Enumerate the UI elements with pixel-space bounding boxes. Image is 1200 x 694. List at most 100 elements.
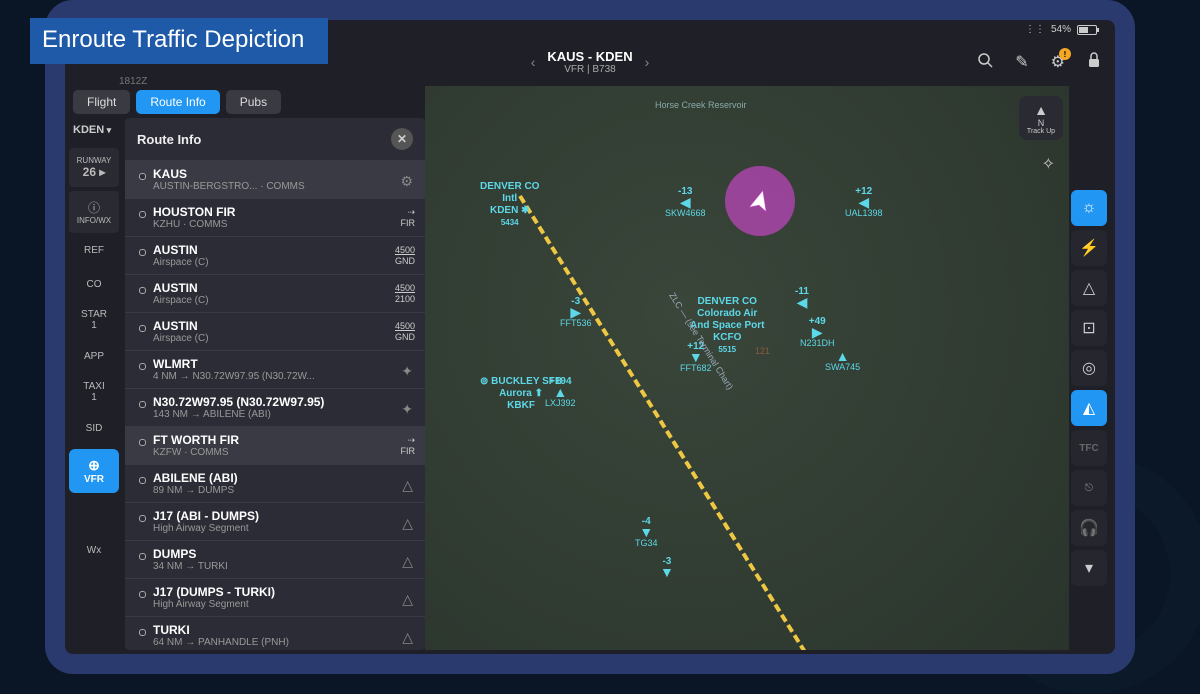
nav-vfr[interactable]: VFR (69, 449, 119, 493)
map-label-reservoir: Horse Creek Reservoir (655, 100, 747, 110)
nav-info-wx[interactable]: ⓘ INFO/WX (69, 191, 119, 233)
route-item-subtitle: 64 NM → PANHANDLE (PNH) (153, 637, 415, 648)
traffic-target[interactable]: +12◀UAL1398 (845, 186, 883, 218)
route-item-title: TURKI (153, 623, 415, 637)
route-item-altitude: 45002100 (395, 283, 415, 305)
rail-bolt-icon[interactable]: ⚡ (1071, 230, 1107, 266)
route-item-altitude: 4500GND (395, 321, 415, 343)
rail-warning-icon[interactable]: △ (1071, 270, 1107, 306)
route-item-title: KAUS (153, 167, 415, 181)
route-item-icon: △ (402, 477, 413, 494)
route-item-title: HOUSTON FIR (153, 205, 415, 219)
prev-route-button[interactable]: ‹ (531, 54, 536, 70)
nav-co[interactable]: CO (69, 267, 119, 301)
rail-target-icon[interactable]: ◎ (1071, 350, 1107, 386)
route-subtitle: VFR | B738 (547, 64, 632, 75)
close-panel-button[interactable]: ✕ (391, 128, 413, 150)
route-item-icon: △ (402, 629, 413, 646)
tab-route-info[interactable]: Route Info (136, 90, 219, 114)
right-rail: ☼ ⚡ △ ⊡ ◎ ◭ TFC ⎋ 🎧 ▾ (1071, 190, 1111, 586)
rail-terrain-icon[interactable]: ◭ (1071, 390, 1107, 426)
route-item-subtitle: Airspace (C) (153, 295, 415, 306)
route-item[interactable]: J17 (DUMPS - TURKI)High Airway Segment△ (125, 578, 425, 616)
nav-taxi[interactable]: TAXI1 (69, 373, 119, 411)
route-item-icon: ⚙ (400, 173, 413, 190)
obstruction-number: 121 (755, 346, 770, 356)
route-item-subtitle: KZHU · COMMS (153, 219, 415, 230)
ownship-marker (725, 166, 795, 236)
route-item-fir-badge: ⇢FIR (401, 435, 416, 457)
tab-flight[interactable]: Flight (73, 90, 130, 114)
traffic-target[interactable]: -4▼TG34 (635, 516, 658, 548)
nav-sid[interactable]: SID (69, 411, 119, 445)
route-item[interactable]: ABILENE (ABI)89 NM → DUMPS△ (125, 464, 425, 502)
rail-tfc-button[interactable]: TFC (1071, 430, 1107, 466)
route-info-panel: Route Info ✕ KAUSAUSTIN-BERGSTRO... · CO… (125, 118, 425, 650)
tabs-row: Flight Route Info Pubs (73, 90, 281, 114)
route-item[interactable]: AUSTINAirspace (C)4500GND (125, 236, 425, 274)
rail-speed-icon[interactable]: ⎋ (1071, 470, 1107, 506)
route-item-subtitle: Airspace (C) (153, 257, 415, 268)
traffic-target[interactable]: +49▶N231DH (800, 316, 835, 348)
panel-title: Route Info (137, 132, 201, 147)
destination-label[interactable]: KDEN (73, 124, 111, 136)
route-item-subtitle: 143 NM → ABILENE (ABI) (153, 409, 415, 420)
lock-icon[interactable] (1087, 52, 1101, 73)
route-item[interactable]: N30.72W97.95 (N30.72W97.95)143 NM → ABIL… (125, 388, 425, 426)
wifi-icon: ⋮⋮ (1025, 24, 1045, 35)
route-item-title: J17 (DUMPS - TURKI) (153, 585, 415, 599)
traffic-target[interactable]: -3▼ (660, 556, 674, 578)
route-item-fir-badge: ⇢FIR (401, 207, 416, 229)
route-list: KAUSAUSTIN-BERGSTRO... · COMMS⚙HOUSTON F… (125, 160, 425, 650)
overlay-title: Enroute Traffic Depiction (30, 18, 328, 64)
tab-pubs[interactable]: Pubs (226, 90, 281, 114)
compass-button[interactable]: ▲ N Track Up (1019, 96, 1063, 140)
route-item-subtitle: High Airway Segment (153, 599, 415, 610)
locate-button[interactable]: ✧ (1042, 154, 1055, 174)
route-item-icon: △ (402, 515, 413, 532)
nav-wx[interactable]: Wx (69, 533, 119, 567)
sidebar-nav: RUNWAY 26 ▸ ⓘ INFO/WX REF CO STAR1 APP T… (69, 148, 119, 567)
route-item-title: AUSTIN (153, 319, 415, 333)
rail-chevron-down-icon[interactable]: ▾ (1071, 550, 1107, 586)
rail-grid-icon[interactable]: ⊡ (1071, 310, 1107, 346)
route-item-subtitle: 89 NM → DUMPS (153, 485, 415, 496)
route-item[interactable]: AUSTINAirspace (C)45002100 (125, 274, 425, 312)
route-item-subtitle: High Airway Segment (153, 523, 415, 534)
next-route-button[interactable]: › (645, 54, 650, 70)
route-item-subtitle: AUSTIN-BERGSTRO... · COMMS (153, 181, 415, 192)
route-item[interactable]: KAUSAUSTIN-BERGSTRO... · COMMS⚙ (125, 160, 425, 198)
route-item-title: DUMPS (153, 547, 415, 561)
settings-icon[interactable]: ⚙! (1051, 52, 1065, 72)
traffic-target[interactable]: -3▶FFT536 (560, 296, 592, 328)
route-item-subtitle: Airspace (C) (153, 333, 415, 344)
traffic-target[interactable]: +194▲LXJ392 (545, 376, 576, 408)
route-item[interactable]: DUMPS34 NM → TURKI△ (125, 540, 425, 578)
route-item[interactable]: WLMRT4 NM → N30.72W97.95 (N30.72W...✦ (125, 350, 425, 388)
traffic-target[interactable]: -11◀ (795, 286, 809, 308)
route-item[interactable]: TURKI64 NM → PANHANDLE (PNH)△ (125, 616, 425, 650)
route-item[interactable]: HOUSTON FIRKZHU · COMMS⇢FIR (125, 198, 425, 236)
route-item[interactable]: FT WORTH FIRKZFW · COMMS⇢FIR (125, 426, 425, 464)
search-icon[interactable] (977, 52, 993, 73)
traffic-target[interactable]: -13◀SKW4668 (665, 186, 706, 218)
route-item-icon: ✦ (401, 363, 413, 380)
rail-brightness-icon[interactable]: ☼ (1071, 190, 1107, 226)
route-item[interactable]: J17 (ABI - DUMPS)High Airway Segment△ (125, 502, 425, 540)
route-item[interactable]: AUSTINAirspace (C)4500GND (125, 312, 425, 350)
nav-ref[interactable]: REF (69, 233, 119, 267)
route-item-title: N30.72W97.95 (N30.72W97.95) (153, 395, 415, 409)
traffic-target[interactable]: ▲SWA745 (825, 351, 860, 372)
route-item-icon: ✦ (401, 401, 413, 418)
nav-runway[interactable]: RUNWAY 26 ▸ (69, 148, 119, 187)
route-item-title: J17 (ABI - DUMPS) (153, 509, 415, 523)
rail-audio-icon[interactable]: 🎧 (1071, 510, 1107, 546)
route-item-subtitle: 34 NM → TURKI (153, 561, 415, 572)
map-area[interactable]: Horse Creek Reservoir DENVER COIntl KDEN… (425, 86, 1069, 650)
draw-icon[interactable]: ✎ (1015, 52, 1028, 72)
nav-app[interactable]: APP (69, 339, 119, 373)
nav-star[interactable]: STAR1 (69, 301, 119, 339)
route-item-title: ABILENE (ABI) (153, 471, 415, 485)
route-item-icon: △ (402, 591, 413, 608)
airport-kden[interactable]: DENVER COIntl KDEN ✱ 5434 (480, 181, 539, 229)
